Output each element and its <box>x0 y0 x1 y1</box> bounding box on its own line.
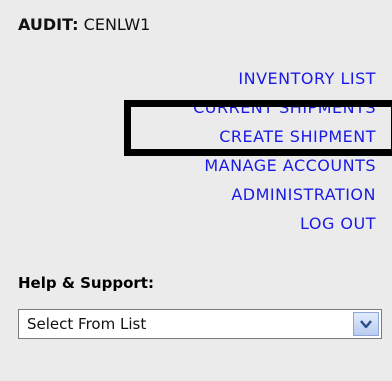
help-support-select[interactable]: Select From List <box>18 309 382 339</box>
nav-link-administration[interactable]: ADMINISTRATION <box>46 180 376 209</box>
audit-value: CENLW1 <box>83 15 151 34</box>
nav-link-manage-accounts[interactable]: MANAGE ACCOUNTS <box>46 151 376 180</box>
audit-label: AUDIT: <box>18 15 79 34</box>
audit-info: AUDIT: CENLW1 <box>18 15 150 34</box>
cut-off-text: ▀▀▀▀▀▀▀▀▀▀▀▀▀▀▀▀ <box>18 0 219 9</box>
nav-menu: INVENTORY LIST CURRENT SHIPMENTS CREATE … <box>46 64 376 238</box>
side-panel: ▀▀▀▀▀▀▀▀▀▀▀▀▀▀▀▀ AUDIT: CENLW1 INVENTORY… <box>0 0 392 381</box>
select-dropdown-button[interactable] <box>353 312 379 336</box>
chevron-down-icon <box>360 320 372 329</box>
nav-link-inventory-list[interactable]: INVENTORY LIST <box>46 64 376 93</box>
help-support-heading: Help & Support: <box>18 274 154 292</box>
select-value: Select From List <box>27 315 147 333</box>
nav-link-current-shipments[interactable]: CURRENT SHIPMENTS <box>46 93 376 122</box>
nav-link-create-shipment[interactable]: CREATE SHIPMENT <box>46 122 376 151</box>
nav-link-log-out[interactable]: LOG OUT <box>46 209 376 238</box>
